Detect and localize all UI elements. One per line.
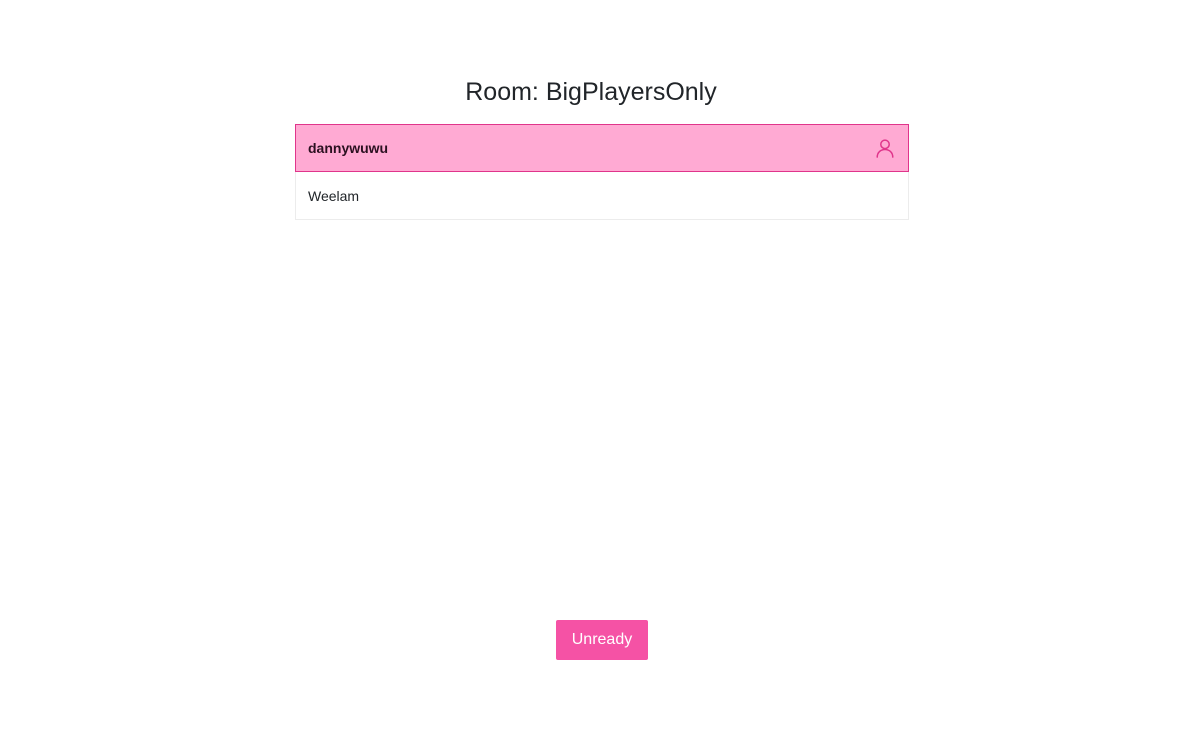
player-list: dannywuwu Weelam — [295, 124, 909, 220]
user-icon — [874, 137, 896, 159]
player-row: Weelam — [295, 172, 909, 220]
player-name: dannywuwu — [308, 140, 389, 156]
unready-button[interactable]: Unready — [556, 620, 648, 660]
lobby-page: Room: BigPlayersOnly dannywuwu Weelam Un… — [0, 0, 1182, 748]
player-name: Weelam — [308, 187, 360, 204]
player-row-self: dannywuwu — [295, 124, 909, 172]
room-title: Room: BigPlayersOnly — [465, 78, 717, 106]
